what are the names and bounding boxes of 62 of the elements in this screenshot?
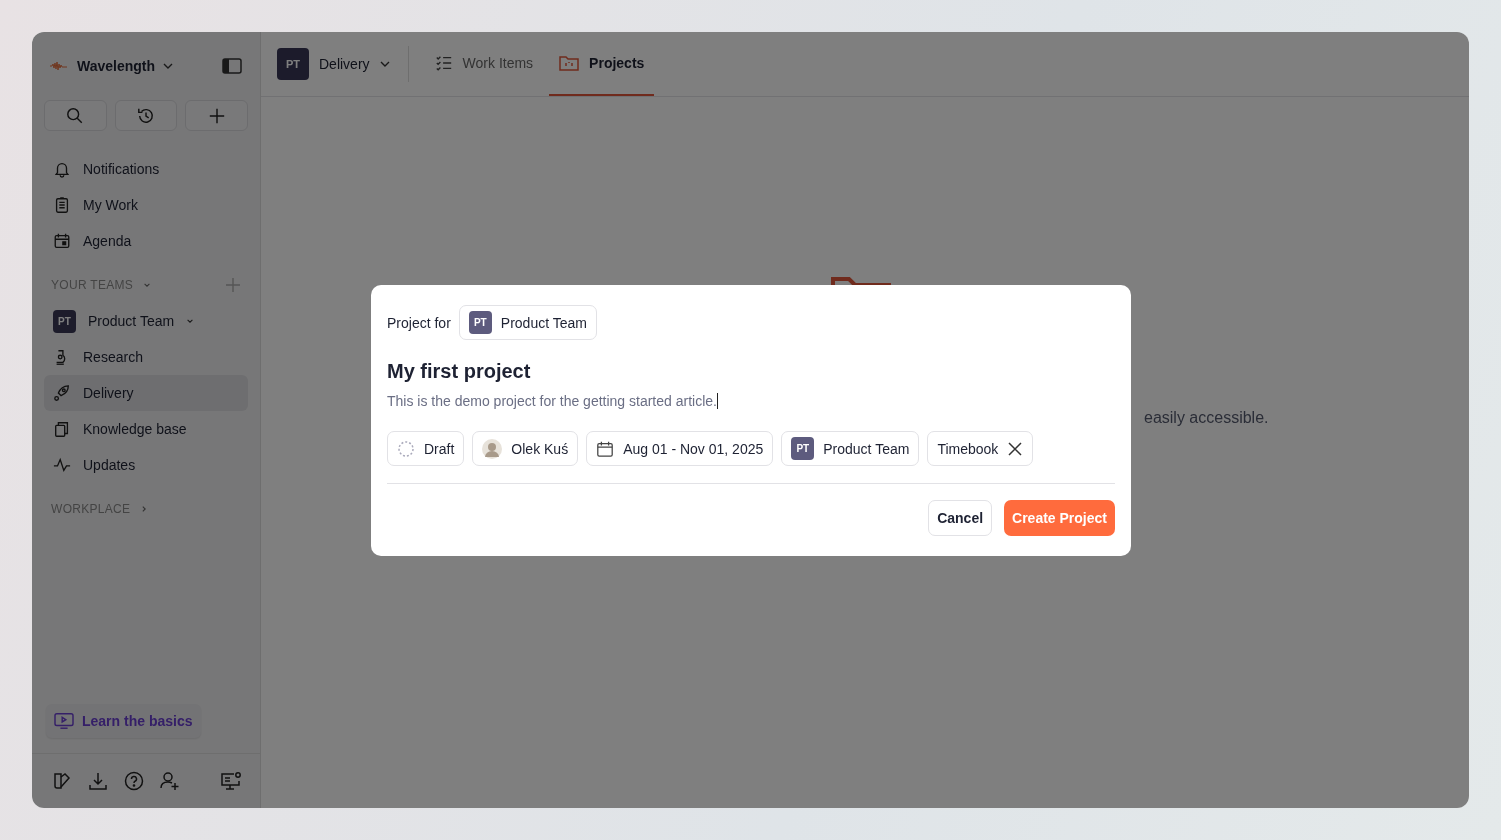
folder-icon [559, 54, 580, 72]
history-icon [137, 106, 155, 125]
chevron-down-icon[interactable] [163, 63, 174, 69]
chevron-down-icon [379, 61, 390, 67]
team-badge: PT [53, 309, 76, 333]
team-nav-item[interactable]: Knowledge base [44, 411, 248, 447]
empty-state-text: easily accessible. [1144, 409, 1269, 427]
assignee-picker[interactable]: Olek Kuś [472, 431, 579, 466]
team-nav-item[interactable]: Updates [44, 447, 248, 483]
workspace-name[interactable]: Wavelength [77, 58, 156, 74]
checklist-icon [434, 54, 453, 72]
waveform-logo-icon [49, 61, 69, 71]
add-user-icon[interactable] [160, 771, 180, 791]
date-range-picker[interactable]: Aug 01 - Nov 01, 2025 [586, 431, 774, 466]
nav-item[interactable]: My Work [44, 187, 248, 223]
pulse-icon [53, 456, 71, 474]
chevron-icon[interactable] [143, 281, 152, 289]
avatar-icon [482, 438, 503, 459]
team-name: Delivery [319, 56, 370, 72]
sidebar-toggle-icon[interactable] [222, 58, 242, 74]
team-name: Product Team [88, 313, 175, 329]
create-button[interactable]: Create Project [1004, 500, 1115, 536]
nav-item[interactable]: Agenda [44, 223, 248, 259]
project-title-field[interactable]: My first project [387, 360, 1115, 383]
bell-icon [53, 160, 71, 178]
chevron-icon[interactable] [186, 317, 195, 325]
team-picker[interactable]: PT Product Team [781, 431, 920, 466]
download-icon[interactable] [88, 771, 108, 791]
tag-chip[interactable]: Timebook [927, 431, 1034, 466]
add-button[interactable] [185, 100, 248, 131]
team-badge: PT [468, 311, 492, 334]
nav-item[interactable]: Notifications [44, 151, 248, 187]
monitor-settings-icon[interactable] [220, 771, 242, 791]
cancel-button[interactable]: Cancel [928, 500, 993, 536]
tab[interactable]: Work Items [424, 32, 544, 96]
calendar-icon [596, 439, 615, 458]
team-item[interactable]: PT Product Team [44, 303, 248, 339]
clipboard-icon [53, 196, 71, 214]
team-nav-item[interactable]: Delivery [44, 375, 248, 411]
plus-icon [207, 106, 226, 125]
status-picker[interactable]: Draft [387, 431, 465, 466]
copy-icon [53, 420, 71, 438]
close-icon[interactable] [1007, 440, 1024, 457]
team-badge: PT [277, 48, 309, 80]
calendar-icon [53, 232, 71, 250]
team-badge: PT [791, 437, 815, 460]
search-icon [66, 106, 85, 125]
team-nav-item[interactable]: Research [44, 339, 248, 375]
tag-label: Timebook [937, 440, 999, 457]
dashed-circle-icon [397, 439, 415, 458]
chevron-icon[interactable] [140, 505, 149, 513]
tab[interactable]: Projects [549, 32, 655, 96]
video-icon [54, 712, 74, 730]
team-picker[interactable]: PT Product Team [458, 305, 597, 340]
history-button[interactable] [114, 100, 178, 131]
description-field[interactable]: This is the demo project for the getting started article. [387, 393, 1115, 409]
rocket-icon [53, 384, 71, 402]
project-for-label: Project for [387, 314, 451, 331]
learn-button[interactable]: Learn the basics [46, 704, 201, 738]
search-button[interactable] [44, 100, 107, 131]
help-icon[interactable] [124, 771, 144, 791]
team-selector[interactable]: PT Delivery [277, 32, 408, 96]
